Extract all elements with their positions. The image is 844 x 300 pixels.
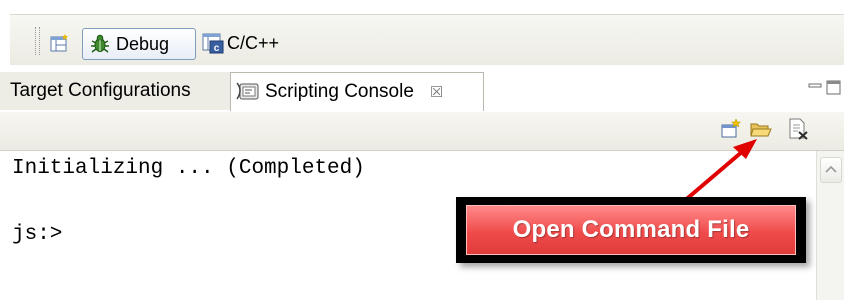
open-command-file-icon[interactable] — [750, 118, 772, 140]
console-prompt[interactable]: js:> — [12, 223, 62, 246]
tab-close-icon[interactable]: ☒ — [430, 83, 443, 101]
callout-box: Open Command File — [456, 197, 806, 263]
new-command-icon[interactable] — [720, 118, 742, 140]
scripting-console-icon — [235, 81, 261, 103]
tab-target-configurations-label: Target Configurations — [10, 80, 191, 101]
callout-fill: Open Command File — [466, 205, 796, 255]
perspective-debug-label: Debug — [116, 33, 170, 54]
chevron-up-icon — [825, 165, 837, 173]
bug-icon — [89, 33, 111, 55]
clear-console-icon[interactable] — [787, 118, 809, 140]
tab-scripting-console-label: Scripting Console — [265, 81, 414, 102]
view-toolbar — [0, 112, 844, 151]
open-perspective-icon[interactable] — [50, 33, 70, 53]
tab-scripting-console[interactable]: Scripting Console ☒ — [230, 72, 484, 111]
perspective-debug-button[interactable]: Debug — [82, 28, 196, 60]
perspective-bar: Debug c C/C++ — [0, 0, 844, 68]
perspective-cpp-button[interactable]: c C/C++ — [202, 28, 279, 58]
svg-text:c: c — [214, 43, 220, 54]
minimize-view-icon[interactable] — [808, 78, 822, 88]
view-tab-row: Target Configurations Scripting Console … — [0, 68, 844, 113]
perspective-cpp-label: C/C++ — [227, 32, 280, 53]
console-line: Initializing ... (Completed) — [12, 157, 365, 180]
callout-label: Open Command File — [512, 216, 750, 243]
tab-target-configurations[interactable]: Target Configurations — [0, 72, 239, 110]
maximize-view-icon[interactable] — [826, 80, 842, 96]
cpp-perspective-icon: c — [202, 32, 224, 54]
vertical-scrollbar[interactable] — [816, 151, 844, 300]
scroll-up-button[interactable] — [820, 157, 842, 183]
toolbar-separator — [35, 27, 40, 55]
